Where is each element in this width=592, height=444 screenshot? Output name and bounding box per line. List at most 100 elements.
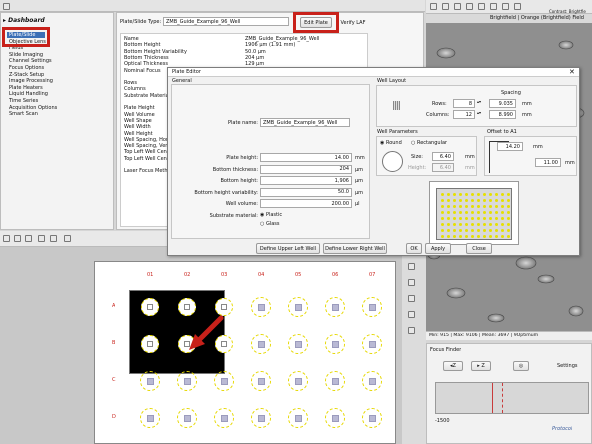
general-field-input[interactable]: 204 [260, 164, 352, 174]
tool-icon-2[interactable] [442, 3, 449, 10]
general-field-input[interactable]: 200.00 [260, 199, 352, 208]
plate-column-label: 02 [184, 272, 191, 278]
sidebar-item[interactable]: Z-Stack Setup [9, 72, 109, 78]
apply-button[interactable]: Apply [425, 243, 451, 254]
preview-well [447, 229, 450, 232]
tool-icon-4[interactable] [466, 3, 473, 10]
sidebar-item[interactable]: Image Processing [9, 78, 109, 84]
define-upper-left-button[interactable]: Define Upper Left Well [256, 243, 320, 254]
plate-well[interactable] [177, 408, 197, 428]
plate-well[interactable] [362, 297, 382, 317]
z-up-button[interactable]: ▸ Z [471, 361, 491, 371]
plate-well[interactable] [214, 408, 234, 428]
substrate-glass-radio[interactable]: ○ Glass [260, 221, 280, 227]
plate-well[interactable] [251, 371, 271, 391]
plate-well[interactable] [325, 371, 345, 391]
plate-map[interactable]: 01 02 03 04 05 06 07 A B C D [94, 261, 396, 444]
preview-well [447, 193, 450, 196]
general-field-input[interactable]: 50.0 [260, 187, 352, 197]
settings-link[interactable]: Settings [557, 363, 578, 369]
sidebar-item[interactable]: Time Series [9, 98, 109, 104]
plate-well[interactable] [251, 408, 271, 428]
plate-well[interactable] [325, 297, 345, 317]
preview-well [453, 199, 456, 202]
map-tool-5[interactable] [408, 327, 415, 334]
plate-well[interactable] [288, 371, 308, 391]
app-icon[interactable] [3, 3, 10, 10]
grid-icon[interactable] [64, 235, 71, 242]
rows-input[interactable]: 8 [453, 99, 475, 108]
shape-round-radio[interactable]: ◉ Round [380, 140, 402, 146]
zoom-out-icon[interactable] [14, 235, 21, 242]
plate-well[interactable] [288, 297, 308, 317]
preview-well [459, 217, 462, 220]
z-down-button[interactable]: ◂ Z [443, 361, 463, 371]
columns-spacing-input[interactable]: 8.990 [489, 110, 516, 119]
define-lower-right-button[interactable]: Define Lower Right Well [323, 243, 387, 254]
focus-plot[interactable] [435, 382, 589, 414]
columns-input[interactable]: 12 [453, 110, 475, 119]
plate-type-select[interactable]: ZMB_Guide_Example_96_Well [163, 17, 289, 26]
fit-icon[interactable] [25, 235, 32, 242]
substrate-plastic-radio[interactable]: ◉ Plastic [260, 212, 282, 218]
tool-icon-1[interactable] [430, 3, 437, 10]
sidebar-item[interactable]: Liquid Handling [9, 91, 109, 97]
offset-y-input[interactable]: 11.00 [535, 158, 561, 167]
stats-bar: Min: 915 | Max: 9106 | Mean: 3697 | 9Opt… [426, 331, 592, 340]
plate-well[interactable] [141, 298, 159, 316]
ok-button[interactable]: OK [406, 243, 422, 254]
map-tool-4[interactable] [408, 311, 415, 318]
offset-x-input[interactable]: 14.20 [497, 142, 523, 151]
plate-well[interactable] [362, 371, 382, 391]
focus-mode-button[interactable]: ◎ [513, 361, 529, 371]
sidebar-item[interactable]: Smart Scan [9, 111, 109, 117]
sidebar-item[interactable]: Focus Options [9, 65, 109, 71]
plate-well[interactable] [140, 408, 160, 428]
map-tool-2[interactable] [408, 279, 415, 286]
plate-well[interactable] [140, 371, 160, 391]
rows-spacing-input[interactable]: 9.035 [489, 99, 516, 108]
preview-well [459, 199, 462, 202]
plate-well[interactable] [141, 335, 159, 353]
dialog-close-icon[interactable]: ✕ [569, 68, 575, 76]
select-icon[interactable] [38, 235, 45, 242]
map-tool-3[interactable] [408, 295, 415, 302]
sidebar-item[interactable]: Channel Settings [9, 58, 109, 64]
plate-well[interactable] [214, 371, 234, 391]
property-name: Bottom Height [124, 42, 161, 49]
plate-well[interactable] [325, 334, 345, 354]
size-input[interactable]: 6.40 [432, 152, 454, 161]
offset-section: 14.20 mm 11.00 mm [484, 136, 577, 176]
plate-well[interactable] [251, 297, 271, 317]
verify-laf-button[interactable]: Verify LAF [337, 17, 369, 28]
plate-well[interactable] [288, 408, 308, 428]
tool-icon-6[interactable] [490, 3, 497, 10]
plate-well[interactable] [325, 408, 345, 428]
plate-well[interactable] [362, 334, 382, 354]
zoom-in-icon[interactable] [3, 235, 10, 242]
close-button[interactable]: Close [466, 243, 492, 254]
tool-icon-8[interactable] [514, 3, 521, 10]
sidebar-item[interactable]: Acquisition Options [9, 105, 109, 111]
move-icon[interactable] [50, 235, 57, 242]
tool-icon-7[interactable] [502, 3, 509, 10]
height-input[interactable]: 6.40 [432, 163, 454, 172]
map-tool-1[interactable] [408, 263, 415, 270]
shape-rect-radio[interactable]: ○ Rectangular [411, 140, 447, 146]
tool-icon-3[interactable] [454, 3, 461, 10]
preview-well [447, 217, 450, 220]
plate-well[interactable] [362, 408, 382, 428]
columns-spin[interactable]: ▴▾ [477, 110, 481, 115]
sidebar-item[interactable]: Slide Imaging [9, 52, 109, 58]
general-field-input[interactable]: 1,906 [260, 176, 352, 185]
tool-icon-5[interactable] [478, 3, 485, 10]
plate-well[interactable] [177, 371, 197, 391]
general-field-input[interactable]: 14.00 [260, 153, 352, 162]
plate-well[interactable] [251, 334, 271, 354]
dashboard-header[interactable]: ▸ Dashboard [3, 17, 45, 24]
plate-name-input[interactable]: ZMB_Guide_Example_96_Well [260, 118, 350, 127]
plate-well[interactable] [288, 334, 308, 354]
plate-column-label: 06 [332, 272, 339, 278]
sidebar-item[interactable]: Plate Heaters [9, 85, 109, 91]
rows-spin[interactable]: ▴▾ [477, 99, 481, 104]
